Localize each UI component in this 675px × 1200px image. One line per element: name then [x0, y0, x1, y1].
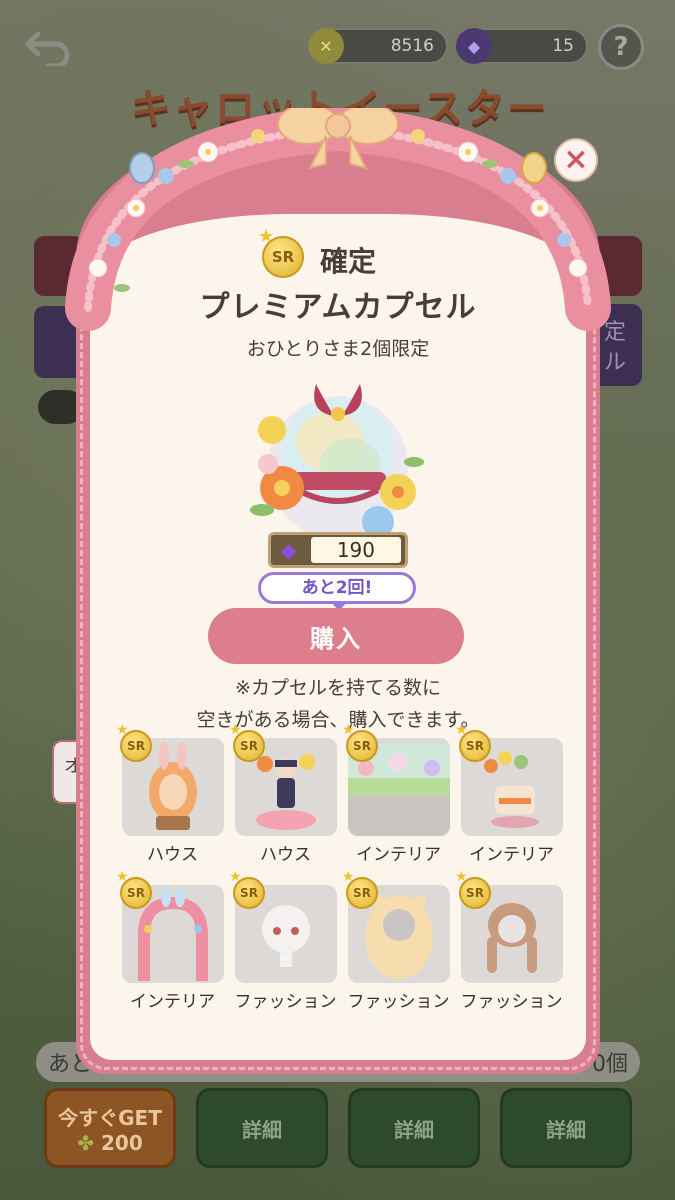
- modal-title: プレミアムカプセル: [199, 290, 477, 325]
- gem-amount: 15: [552, 36, 574, 56]
- sr-badge-icon: SR: [229, 722, 265, 762]
- gem-icon: ◆: [281, 538, 297, 562]
- sr-badge-icon: SR: [116, 722, 152, 762]
- detail-button-1[interactable]: 詳細: [196, 1088, 328, 1168]
- leaf-coin-icon: ✕: [308, 28, 344, 64]
- item-category-label: インテリア: [356, 845, 441, 865]
- price-value: 190: [311, 537, 401, 563]
- item-house-2[interactable]: SR ハウス: [229, 722, 342, 865]
- note-line-1: ※カプセルを持てる数に: [235, 677, 441, 699]
- detail-button-2[interactable]: 詳細: [348, 1088, 480, 1168]
- get-now-label: 今すぐGET: [58, 1105, 162, 1130]
- price-tag: ◆ 190: [268, 532, 408, 568]
- item-category-label: ハウス: [260, 845, 311, 865]
- sr-badge-icon: SR: [229, 869, 265, 909]
- item-interior-2[interactable]: SR インテリア: [455, 722, 568, 865]
- item-fashion-3[interactable]: SR ファッション: [455, 869, 568, 1012]
- back-button[interactable]: [22, 24, 76, 68]
- purchase-limit-text: おひとりさま2個限定: [246, 338, 430, 360]
- item-preview-grid: SR ハウス SR ハウス SR インテリア: [116, 722, 568, 1012]
- item-category-label: インテリア: [130, 992, 215, 1012]
- item-interior-3[interactable]: SR インテリア: [116, 869, 229, 1012]
- close-button[interactable]: ×: [554, 138, 598, 182]
- item-house-1[interactable]: SR ハウス: [116, 722, 229, 865]
- back-arrow-icon: [25, 31, 70, 66]
- coin-counter[interactable]: ✕ 8516: [308, 28, 448, 64]
- get-now-button[interactable]: 今すぐGET ✤ 200: [44, 1088, 176, 1168]
- sr-badge-icon: SR: [342, 722, 378, 762]
- item-category-label: ファッション: [460, 992, 563, 1012]
- sr-badge-icon: SR: [342, 869, 378, 909]
- get-now-cost: ✤ 200: [77, 1131, 142, 1155]
- purchase-note: ※カプセルを持てる数に 空きがある場合、購入できます。: [150, 672, 526, 736]
- help-button[interactable]: ?: [598, 24, 644, 70]
- item-category-label: ファッション: [234, 992, 337, 1012]
- close-icon: ×: [563, 142, 589, 177]
- gem-icon: ◆: [456, 28, 492, 64]
- remaining-count-bubble: あと2回!: [258, 572, 416, 611]
- coin-amount: 8516: [390, 36, 434, 56]
- gem-counter[interactable]: ◆ 15: [456, 28, 588, 64]
- item-fashion-2[interactable]: SR ファッション: [342, 869, 455, 1012]
- item-category-label: インテリア: [469, 845, 554, 865]
- bg-side-label-2: ル: [604, 350, 627, 375]
- sr-badge-icon: SR: [116, 869, 152, 909]
- bg-side-label-1: 定: [604, 320, 627, 345]
- get-now-cost-value: 200: [100, 1130, 143, 1155]
- sr-badge-icon: SR: [455, 722, 491, 762]
- premium-capsule-image: [250, 384, 424, 540]
- sr-rarity-badge: SR: [258, 226, 304, 278]
- item-fashion-1[interactable]: SR ファッション: [229, 869, 342, 1012]
- item-category-label: ファッション: [347, 992, 450, 1012]
- guaranteed-label: 確定: [320, 245, 377, 278]
- item-category-label: ハウス: [147, 845, 198, 865]
- leaf-icon: ✤: [77, 1130, 101, 1155]
- buy-button[interactable]: 購入: [208, 608, 464, 664]
- sr-badge-icon: SR: [455, 869, 491, 909]
- item-interior-1[interactable]: SR インテリア: [342, 722, 455, 865]
- detail-button-3[interactable]: 詳細: [500, 1088, 632, 1168]
